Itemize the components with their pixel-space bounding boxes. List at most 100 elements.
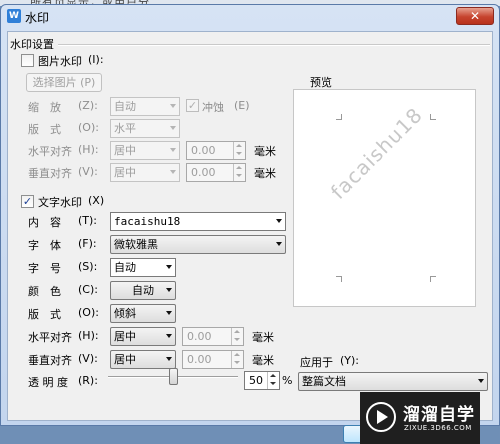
chevron-down-icon (166, 288, 172, 292)
scale-value: 自动 (114, 100, 136, 113)
text-halign-offset-value: 0.00 (187, 330, 212, 343)
color-select[interactable]: 自动 (110, 281, 176, 300)
chevron-down-icon (170, 170, 176, 174)
font-label: 字 体 (28, 239, 61, 252)
spinner-buttons[interactable] (267, 372, 279, 389)
section-title: 水印设置 (10, 38, 54, 51)
text-halign-offset-spinner[interactable]: 0.00 (182, 327, 244, 346)
picture-halign-unit: 毫米 (254, 145, 276, 158)
dialog-body: 水印设置 图片水印 (I): 选择图片 (P) 缩 放 (Z): 自动 ✓ 冲蚀… (7, 31, 493, 444)
apply-value: 整篇文档 (302, 375, 346, 388)
text-layout-shortcut: (O): (78, 306, 99, 319)
picture-valign-shortcut: (V): (78, 165, 98, 178)
scale-select[interactable]: 自动 (110, 97, 180, 116)
chevron-down-icon (166, 334, 172, 338)
spin-down-icon (234, 361, 240, 364)
picture-halign-shortcut: (H): (78, 143, 99, 156)
picture-layout-shortcut: (O): (78, 121, 99, 134)
chevron-down-icon (276, 219, 282, 223)
size-shortcut: (S): (78, 260, 98, 273)
chevron-down-icon (478, 379, 484, 383)
picture-valign-offset-spinner[interactable]: 0.00 (186, 163, 246, 182)
color-shortcut: (C): (78, 283, 98, 296)
transparency-shortcut: (R): (78, 374, 98, 387)
margin-mark-top-left (336, 114, 342, 120)
text-halign-label: 水平对齐 (28, 331, 72, 344)
apply-label: 应用于 (300, 356, 333, 369)
size-select[interactable]: 自动 (110, 258, 176, 277)
text-valign-offset-value: 0.00 (187, 353, 212, 366)
spin-up-icon (234, 353, 240, 356)
picture-valign-value: 居中 (114, 166, 136, 179)
section-divider (58, 44, 490, 46)
spinner-buttons[interactable] (233, 164, 245, 181)
watermark-dialog: W 水印 ✕ 水印设置 图片水印 (I): 选择图片 (P) 缩 放 (Z): … (0, 4, 500, 444)
picture-valign-offset-value: 0.00 (191, 166, 216, 179)
text-halign-select[interactable]: 居中 (110, 327, 176, 346)
chevron-down-icon (170, 104, 176, 108)
app-logo-icon: W (7, 9, 21, 23)
transparency-value: 50 (249, 374, 263, 387)
spinner-buttons[interactable] (231, 328, 243, 345)
color-value: 自动 (132, 284, 154, 297)
text-halign-unit: 毫米 (252, 331, 274, 344)
transparency-label: 透 明 度 (28, 376, 68, 389)
content-select[interactable]: facaishu18 (110, 212, 286, 231)
margin-mark-bottom-left (336, 276, 342, 282)
picture-valign-unit: 毫米 (254, 167, 276, 180)
picture-layout-select[interactable]: 水平 (110, 119, 180, 138)
preview-label: 预览 (310, 76, 332, 89)
text-halign-shortcut: (H): (78, 329, 99, 342)
text-valign-select[interactable]: 居中 (110, 350, 176, 369)
margin-mark-top-right (430, 114, 436, 120)
transparency-slider-thumb[interactable] (168, 368, 178, 385)
chevron-down-icon (166, 357, 172, 361)
transparency-spinner[interactable]: 50 (244, 371, 280, 390)
spin-up-icon (270, 374, 276, 377)
text-watermark-shortcut: (X) (88, 194, 105, 207)
spin-down-icon (270, 382, 276, 385)
close-button[interactable]: ✕ (456, 7, 494, 25)
picture-halign-select[interactable]: 居中 (110, 141, 180, 160)
picture-watermark-checkbox[interactable] (21, 54, 34, 67)
picture-watermark-label: 图片水印 (38, 55, 82, 68)
picture-valign-label: 垂直对齐 (28, 167, 72, 180)
text-layout-select[interactable]: 倾斜 (110, 304, 176, 323)
size-value: 自动 (114, 261, 136, 274)
spinner-buttons[interactable] (231, 351, 243, 368)
color-label: 颜 色 (28, 285, 61, 298)
text-watermark-checkbox[interactable]: ✓ (21, 195, 34, 208)
text-valign-offset-spinner[interactable]: 0.00 (182, 350, 244, 369)
chevron-down-icon (170, 148, 176, 152)
chevron-down-icon (170, 126, 176, 130)
title-bar[interactable]: W 水印 ✕ (1, 5, 499, 29)
text-layout-label: 版 式 (28, 308, 61, 321)
font-select[interactable]: 微软雅黑 (110, 235, 286, 254)
text-layout-value: 倾斜 (114, 307, 136, 320)
apply-shortcut: (Y): (340, 354, 360, 367)
spin-down-icon (236, 174, 242, 177)
picture-halign-value: 居中 (114, 144, 136, 157)
text-valign-value: 居中 (114, 353, 136, 366)
chevron-down-icon (166, 265, 172, 269)
washout-shortcut: (E) (234, 99, 250, 112)
picture-layout-value: 水平 (114, 122, 136, 135)
scale-label: 缩 放 (28, 101, 61, 114)
text-watermark-label: 文字水印 (38, 196, 82, 209)
brand-subtitle: ZIXUE.3D66.COM (404, 424, 472, 432)
text-valign-unit: 毫米 (252, 354, 274, 367)
transparency-unit: % (282, 374, 293, 387)
spinner-buttons[interactable] (233, 142, 245, 159)
spin-down-icon (236, 152, 242, 155)
spin-up-icon (236, 166, 242, 169)
brand-watermark-badge: 溜溜自学 ZIXUE.3D66.COM (360, 392, 480, 444)
apply-to-select[interactable]: 整篇文档 (298, 372, 488, 391)
washout-checkbox[interactable]: ✓ (186, 99, 199, 112)
margin-mark-bottom-right (430, 276, 436, 282)
chevron-down-icon (276, 242, 282, 246)
picture-valign-select[interactable]: 居中 (110, 163, 180, 182)
dialog-title: 水印 (25, 11, 50, 25)
chevron-down-icon (166, 311, 172, 315)
select-picture-button[interactable]: 选择图片 (P) (26, 73, 102, 92)
picture-halign-offset-spinner[interactable]: 0.00 (186, 141, 246, 160)
